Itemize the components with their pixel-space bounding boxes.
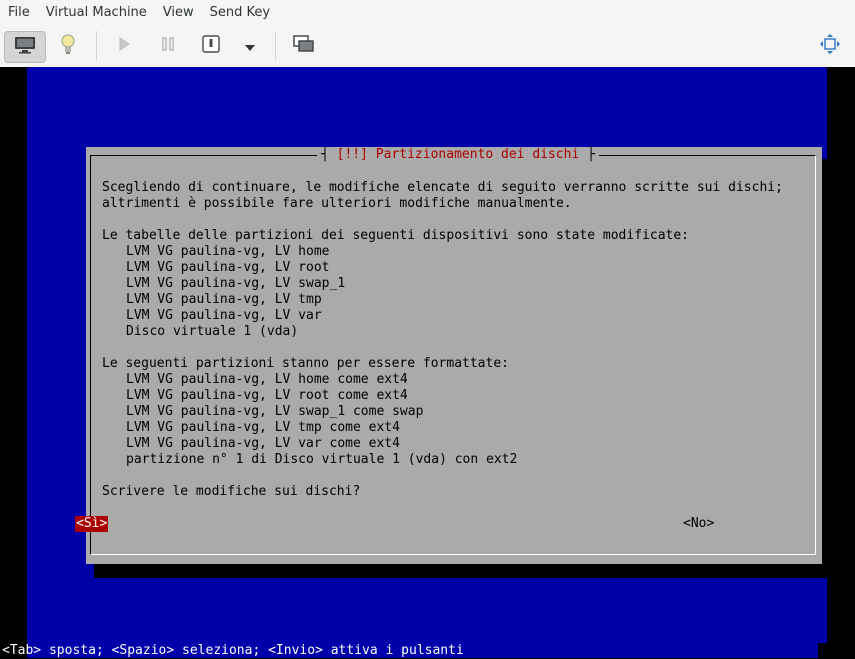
dialog-title: ┤ [!!] Partizionamento dei dischi ├ (317, 147, 599, 163)
modified-item: Disco virtuale 1 (vda) (126, 324, 299, 339)
installer-background: ┤ [!!] Partizionamento dei dischi ├ Sceg… (27, 67, 830, 658)
menu-bar: File Virtual Machine View Send Key (0, 0, 855, 26)
toolbar-separator (96, 31, 97, 61)
format-item: LVM VG paulina-vg, LV home come ext4 (126, 372, 408, 387)
dialog-title-alert: [!!] (336, 147, 368, 162)
lightbulb-icon (59, 33, 77, 59)
modified-item: LVM VG paulina-vg, LV var (126, 308, 322, 323)
vm-display[interactable]: ┤ [!!] Partizionamento dei dischi ├ Sceg… (0, 67, 855, 658)
format-item: LVM VG paulina-vg, LV swap_1 come swap (126, 404, 424, 419)
partition-dialog: ┤ [!!] Partizionamento dei dischi ├ Sceg… (86, 147, 822, 564)
format-item: LVM VG paulina-vg, LV var come ext4 (126, 436, 400, 451)
menu-virtual-machine[interactable]: Virtual Machine (38, 0, 155, 25)
modified-heading: Le tabelle delle partizioni dei seguenti… (102, 228, 689, 243)
snapshots-button[interactable] (286, 31, 322, 61)
menu-file[interactable]: File (0, 0, 38, 25)
yes-button[interactable]: <Sì> (75, 516, 109, 532)
format-item: LVM VG paulina-vg, LV root come ext4 (126, 388, 408, 403)
power-icon (201, 34, 221, 58)
modified-item: LVM VG paulina-vg, LV root (126, 260, 330, 275)
question-text: Scrivere le modifiche sui dischi? (102, 484, 361, 499)
pause-button[interactable] (150, 31, 186, 61)
monitor-icon (14, 36, 36, 58)
dialog-title-text: Partizionamento dei dischi (375, 147, 580, 162)
console-view-button[interactable] (4, 31, 46, 63)
details-view-button[interactable] (50, 31, 86, 61)
toolbar-separator (275, 31, 276, 61)
fullscreen-icon (819, 33, 841, 59)
modified-item: LVM VG paulina-vg, LV home (126, 244, 330, 259)
toolbar (0, 25, 855, 68)
format-item: LVM VG paulina-vg, LV tmp come ext4 (126, 420, 400, 435)
menu-view[interactable]: View (155, 0, 202, 25)
status-line: <Tab> sposta; <Spazio> seleziona; <Invio… (2, 643, 464, 658)
format-heading: Le seguenti partizioni stanno per essere… (102, 356, 509, 371)
shutdown-button[interactable] (193, 31, 229, 61)
fullscreen-button[interactable] (812, 31, 848, 61)
no-button[interactable]: <No> (683, 516, 714, 532)
menu-send-key[interactable]: Send Key (202, 0, 278, 25)
modified-item: LVM VG paulina-vg, LV swap_1 (126, 276, 346, 291)
shutdown-menu-button[interactable] (232, 31, 268, 61)
modified-item: LVM VG paulina-vg, LV tmp (126, 292, 322, 307)
screenshot-icon (293, 35, 315, 57)
intro-text: Scegliendo di continuare, le modifiche e… (102, 180, 783, 211)
format-item: partizione n° 1 di Disco virtuale 1 (vda… (126, 452, 518, 467)
pause-icon (160, 36, 176, 56)
console-edge (818, 643, 828, 658)
play-icon (116, 36, 132, 56)
chevron-down-icon (244, 37, 256, 56)
run-button[interactable] (106, 31, 142, 61)
